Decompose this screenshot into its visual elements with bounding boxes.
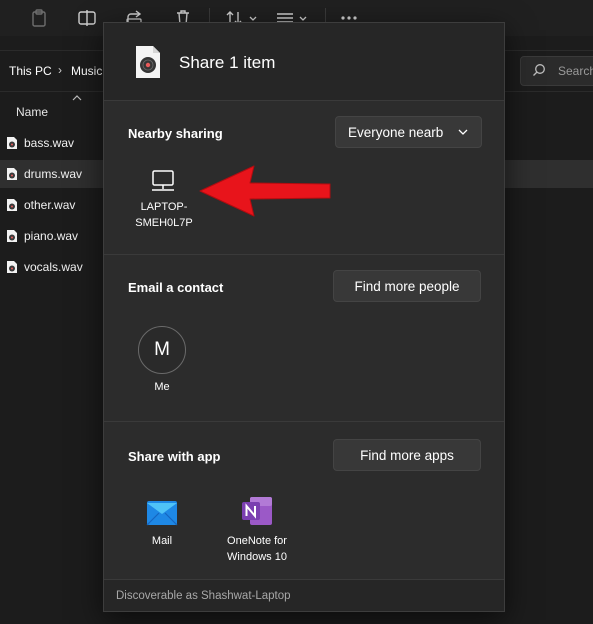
nearby-sharing-title: Nearby sharing xyxy=(128,126,223,141)
search-icon xyxy=(533,64,545,76)
rename-icon[interactable] xyxy=(77,8,97,28)
file-row-other[interactable]: other.wav xyxy=(0,191,104,219)
contact-label: Me xyxy=(154,381,170,393)
nearby-sharing-dropdown[interactable]: Everyone nearb xyxy=(335,116,482,148)
audio-file-icon xyxy=(7,199,17,211)
app-tile-onenote[interactable]: OneNote for Windows 10 xyxy=(216,489,298,569)
contact-avatar[interactable]: M xyxy=(138,326,186,374)
file-row-piano[interactable]: piano.wav xyxy=(0,222,104,250)
app-label-onenote-line2: Windows 10 xyxy=(227,551,287,563)
audio-file-icon xyxy=(7,230,17,242)
find-more-people-button[interactable]: Find more people xyxy=(333,270,481,302)
selected-row-highlight xyxy=(505,160,593,188)
desktop-computer-icon xyxy=(152,170,174,191)
breadcrumb-separator: › xyxy=(58,63,62,77)
audio-file-icon xyxy=(136,46,160,78)
share-footer: Discoverable as Shashwat-Laptop xyxy=(104,579,504,611)
paste-icon[interactable] xyxy=(29,8,49,28)
onenote-app-icon xyxy=(242,497,272,525)
audio-file-icon xyxy=(7,261,17,273)
nearby-sharing-selected: Everyone nearb xyxy=(348,124,444,140)
annotation-arrow-icon xyxy=(199,165,331,217)
search-placeholder: Search xyxy=(558,64,593,78)
sort-ascending-icon xyxy=(72,95,82,101)
audio-file-icon xyxy=(7,137,17,149)
section-divider xyxy=(104,421,504,422)
email-contact-title: Email a contact xyxy=(128,280,224,295)
file-row-vocals[interactable]: vocals.wav xyxy=(0,253,104,281)
share-header: Share 1 item xyxy=(104,23,504,101)
share-with-app-title: Share with app xyxy=(128,449,221,464)
app-tile-mail[interactable]: Mail xyxy=(132,489,192,553)
device-name-line1: LAPTOP- xyxy=(140,201,188,213)
app-label-onenote-line1: OneNote for xyxy=(227,535,287,547)
file-name: drums.wav xyxy=(24,167,83,181)
section-divider xyxy=(104,254,504,255)
file-name: other.wav xyxy=(24,198,76,212)
file-name: bass.wav xyxy=(24,136,75,150)
discoverable-status: Discoverable as Shashwat-Laptop xyxy=(116,590,291,602)
file-name: vocals.wav xyxy=(24,260,83,274)
breadcrumb-music[interactable]: Music xyxy=(71,64,102,78)
audio-file-icon xyxy=(7,168,17,180)
device-name-line2: SMEH0L7P xyxy=(135,217,193,229)
share-title: Share 1 item xyxy=(179,53,276,72)
find-more-apps-button[interactable]: Find more apps xyxy=(333,439,481,471)
chevron-down-icon xyxy=(458,129,468,135)
share-dialog: Share 1 item Nearby sharing Everyone nea… xyxy=(103,22,505,612)
file-row-drums[interactable]: drums.wav xyxy=(0,160,104,188)
nearby-device-tile[interactable]: LAPTOP- SMEH0L7P xyxy=(126,161,202,233)
app-label-mail: Mail xyxy=(151,535,173,547)
breadcrumb-this-pc[interactable]: This PC xyxy=(9,64,52,78)
column-header-name[interactable]: Name xyxy=(16,105,48,119)
file-row-bass[interactable]: bass.wav xyxy=(0,129,104,157)
mail-app-icon xyxy=(146,501,178,526)
file-name: piano.wav xyxy=(24,229,79,243)
